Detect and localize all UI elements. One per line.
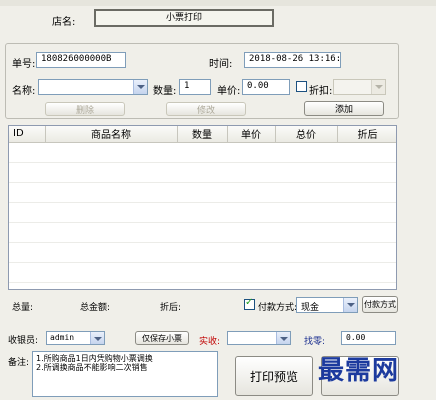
print-preview-button[interactable]: 打印预览 [235,356,313,396]
checkmark-icon[interactable] [244,297,255,310]
change-field[interactable]: 0.00 [341,331,396,345]
name-label: 名称: [12,86,36,97]
grid-line [9,242,396,243]
payment-method-label: 付款方式: [258,303,298,313]
product-name-combo[interactable] [38,79,148,95]
grid-line [9,182,396,183]
quantity-field[interactable]: 1 [179,79,211,95]
payment-method-combo[interactable]: 现金 [296,297,358,313]
column-header-total[interactable]: 总价 [275,126,338,143]
chevron-down-icon[interactable] [343,298,357,312]
cashier-combo[interactable]: admin [46,331,105,345]
save-receipt-button[interactable]: 仅保存小票 [135,331,189,345]
checkbox-box[interactable] [296,81,307,92]
watermark-text: 最需网 [318,356,400,386]
bill-no-field[interactable]: 180826000000B [36,52,126,68]
total-qty-label: 总量: [12,303,34,313]
column-header-id[interactable]: ID [9,126,46,143]
chevron-down-icon[interactable] [371,80,385,94]
price-label: 单价: [217,86,241,97]
top-strip [0,0,436,6]
grid-line [9,282,396,283]
column-header-discounted[interactable]: 折后 [337,126,396,143]
chevron-down-icon[interactable] [276,332,290,344]
column-header-quantity[interactable]: 数量 [177,126,228,143]
remark-textarea[interactable]: 1.所购商品1日内凭购物小票调换 2.所调换商品不能影响二次销售 [32,351,218,397]
time-label: 时间: [209,59,233,70]
grid-line [9,262,396,263]
received-label: 实收: [199,337,221,347]
cashier-value: admin [50,333,75,342]
add-button[interactable]: 添加 [304,101,384,116]
change-label: 找零: [304,337,326,347]
payment-method-checkbox[interactable] [244,297,255,313]
column-header-price[interactable]: 单价 [227,126,276,143]
received-amount-combo[interactable] [227,331,291,345]
discount-label: 折扣: [309,86,333,97]
payment-method-button[interactable]: 付款方式 [362,296,398,313]
discount-checkbox[interactable] [296,81,307,95]
quantity-label: 数量: [153,86,177,97]
price-field[interactable]: 0.00 [242,79,290,95]
grid-line [9,202,396,203]
delete-button[interactable]: 删除 [45,102,125,116]
bill-no-label: 单号: [12,59,36,70]
discounted-total-label: 折后: [160,303,182,313]
remark-label: 备注: [8,358,30,368]
remark-line: 1.所购商品1日内凭购物小票调换 [36,354,153,363]
grid-line [9,222,396,223]
column-header-product-name[interactable]: 商品名称 [45,126,178,143]
chevron-down-icon[interactable] [90,332,104,344]
modify-button[interactable]: 修改 [166,102,246,116]
items-table[interactable]: ID 商品名称 数量 单价 总价 折后 [8,125,397,290]
grid-line [9,162,396,163]
discount-combo[interactable] [333,79,386,95]
store-name-display: 小票打印 [94,9,274,27]
chevron-down-icon[interactable] [133,80,147,94]
cashier-label: 收银员: [8,336,39,346]
time-field[interactable]: 2018-08-26 13:16:43 [244,52,341,68]
total-amount-label: 总金额: [80,303,111,313]
remark-line: 2.所调换商品不能影响二次销售 [36,363,148,372]
store-name-label: 店名: [52,17,76,28]
payment-method-value: 现金 [301,303,320,313]
